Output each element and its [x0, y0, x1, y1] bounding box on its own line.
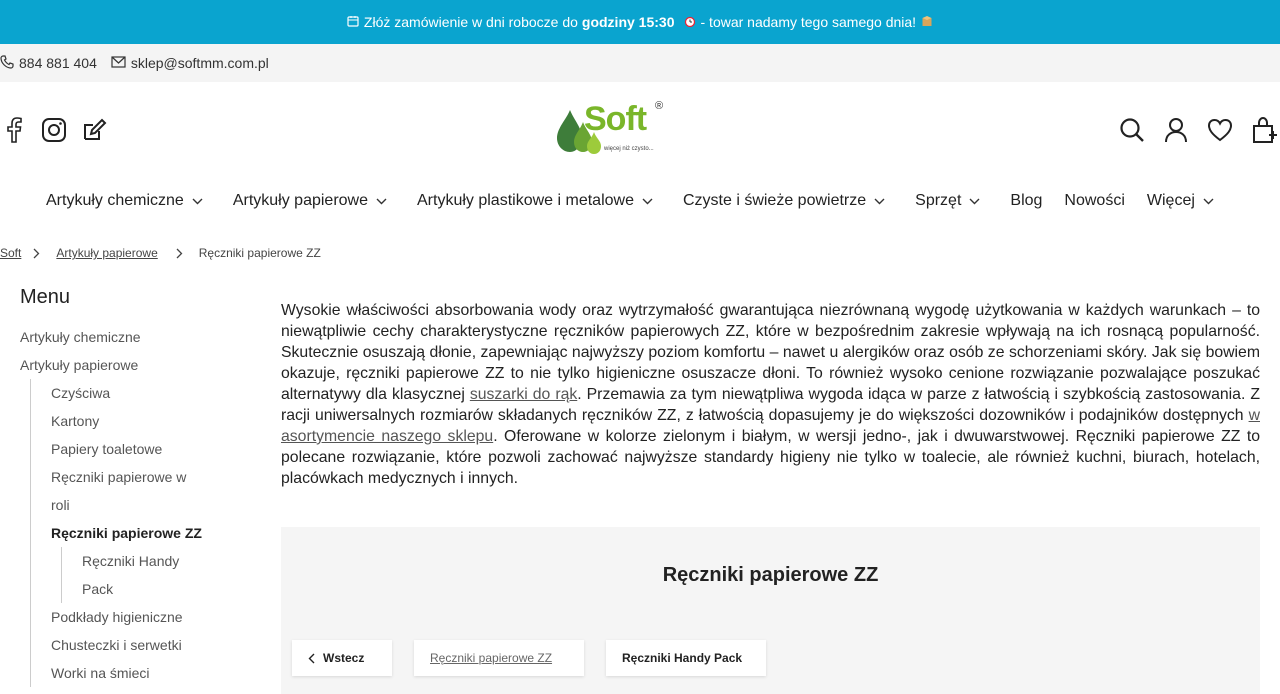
chevron-down-icon: [376, 198, 387, 205]
chevron-down-icon: [642, 198, 653, 205]
announcement-bold: godziny 15:30: [581, 14, 675, 30]
sidebar-subitem[interactable]: Papiery toaletowe: [51, 435, 260, 463]
email-icon: [111, 55, 131, 71]
nav-label: Artykuły chemiczne: [46, 192, 184, 209]
breadcrumb-home[interactable]: Soft: [0, 246, 21, 260]
search-icon[interactable]: [1118, 116, 1146, 144]
nav-label: Blog: [1010, 192, 1043, 209]
chevron-right-icon: [176, 248, 183, 259]
wishlist-heart-icon[interactable]: [1206, 116, 1234, 144]
phone-contact[interactable]: 884 881 404: [0, 54, 97, 72]
logo-registered-mark: ®: [655, 100, 664, 112]
chevron-down-icon: [1203, 198, 1214, 205]
breadcrumb-parent[interactable]: Artykuły papierowe: [56, 246, 157, 260]
sidebar-item[interactable]: Artykuły chemiczne: [20, 323, 260, 351]
sidebar-submenu: Czyściwa Kartony Papiery toaletowe Ręczn…: [30, 379, 260, 687]
breadcrumb-current: Ręczniki papierowe ZZ: [198, 246, 321, 260]
back-label: Wstecz: [323, 651, 365, 665]
nav-label: Więcej: [1146, 192, 1195, 209]
nav-item-chemical[interactable]: Artykuły chemiczne: [46, 192, 203, 210]
nav-label: Artykuły plastikowe i metalowe: [417, 192, 634, 209]
breadcrumb: Soft Artykuły papierowe Ręczniki papiero…: [0, 246, 321, 260]
phone-number: 884 881 404: [19, 55, 97, 71]
sidebar-subitem[interactable]: Worki na śmieci: [51, 659, 260, 687]
sidebar-menu: Menu Artykuły chemiczne Artykuły papiero…: [20, 286, 260, 687]
nav-item-more[interactable]: Więcej: [1147, 192, 1214, 210]
current-category-button[interactable]: Ręczniki papierowe ZZ: [414, 640, 584, 676]
email-address: sklep@softmm.com.pl: [130, 55, 269, 71]
sidebar-subsubitem[interactable]: Ręczniki Handy Pack: [82, 547, 192, 603]
announcement-prefix: Złóż zamówienie w dni robocze do: [363, 14, 578, 30]
sidebar-subitem[interactable]: Chusteczki i serwetki: [51, 631, 260, 659]
site-logo[interactable]: Soft ® więcej niż czysto...: [556, 100, 668, 160]
announcement-suffix: - towar nadamy tego samego dnia!: [700, 14, 917, 30]
blog-edit-icon[interactable]: [80, 116, 108, 144]
nav-item-equipment[interactable]: Sprzęt: [915, 192, 980, 210]
alarm-clock-icon: [684, 15, 696, 30]
nav-item-new[interactable]: Nowości: [1064, 192, 1124, 210]
cart-icon[interactable]: [1250, 116, 1278, 144]
chevron-left-icon: [308, 653, 315, 664]
chevron-down-icon: [874, 198, 885, 205]
dryers-link[interactable]: suszarki do rąk: [470, 386, 577, 403]
chevron-right-icon: [33, 248, 40, 259]
logo-tagline: więcej niż czysto...: [604, 146, 654, 152]
package-icon: [921, 15, 933, 30]
subcategory-button[interactable]: Ręczniki Handy Pack: [606, 640, 766, 676]
facebook-icon[interactable]: [0, 116, 28, 144]
site-header: Soft ® więcej niż czysto...: [0, 82, 1280, 177]
sidebar-subitem[interactable]: Ręczniki papierowe w roli: [51, 463, 201, 519]
nav-item-blog[interactable]: Blog: [1010, 192, 1042, 210]
account-icon[interactable]: [1162, 116, 1190, 144]
category-description: Wysokie właściwości absorbowania wody or…: [281, 300, 1260, 489]
category-panel: Ręczniki papierowe ZZ Wstecz Ręczniki pa…: [281, 527, 1260, 694]
chevron-down-icon: [969, 198, 980, 205]
sidebar-item[interactable]: Artykuły papierowe: [20, 351, 260, 379]
nav-label: Artykuły papierowe: [232, 192, 368, 209]
main-nav: Artykuły chemiczne Artykuły papierowe Ar…: [46, 183, 1244, 219]
nav-item-fresh-air[interactable]: Czyste i świeże powietrze: [683, 192, 885, 210]
sidebar-subitem[interactable]: Kartony: [51, 407, 260, 435]
instagram-icon[interactable]: [40, 116, 68, 144]
back-button[interactable]: Wstecz: [292, 640, 392, 676]
phone-icon: [0, 54, 19, 72]
header-tools: [1118, 116, 1278, 144]
sidebar-subsubmenu: Ręczniki Handy Pack: [61, 547, 260, 603]
nav-item-paper[interactable]: Artykuły papierowe: [233, 192, 387, 210]
contact-bar: 884 881 404 sklep@softmm.com.pl: [0, 44, 1280, 82]
chevron-down-icon: [192, 198, 203, 205]
sidebar-subitem-active[interactable]: Ręczniki papierowe ZZ: [51, 519, 260, 547]
nav-label: Nowości: [1064, 192, 1125, 209]
calendar-icon: [347, 15, 359, 30]
sidebar-title: Menu: [20, 286, 71, 308]
nav-label: Sprzęt: [915, 192, 962, 209]
nav-label: Czyste i świeże powietrze: [682, 192, 867, 209]
social-links: [0, 116, 108, 144]
nav-item-plastic-metal[interactable]: Artykuły plastikowe i metalowe: [417, 192, 653, 210]
announcement-bar: Złóż zamówienie w dni robocze do godziny…: [0, 0, 1280, 44]
sidebar-subitem[interactable]: Czyściwa: [51, 379, 260, 407]
email-contact[interactable]: sklep@softmm.com.pl: [111, 55, 269, 71]
category-title: Ręczniki papierowe ZZ: [662, 564, 879, 586]
sidebar-subitem[interactable]: Podkłady higieniczne: [51, 603, 260, 631]
logo-word: Soft: [584, 100, 647, 138]
